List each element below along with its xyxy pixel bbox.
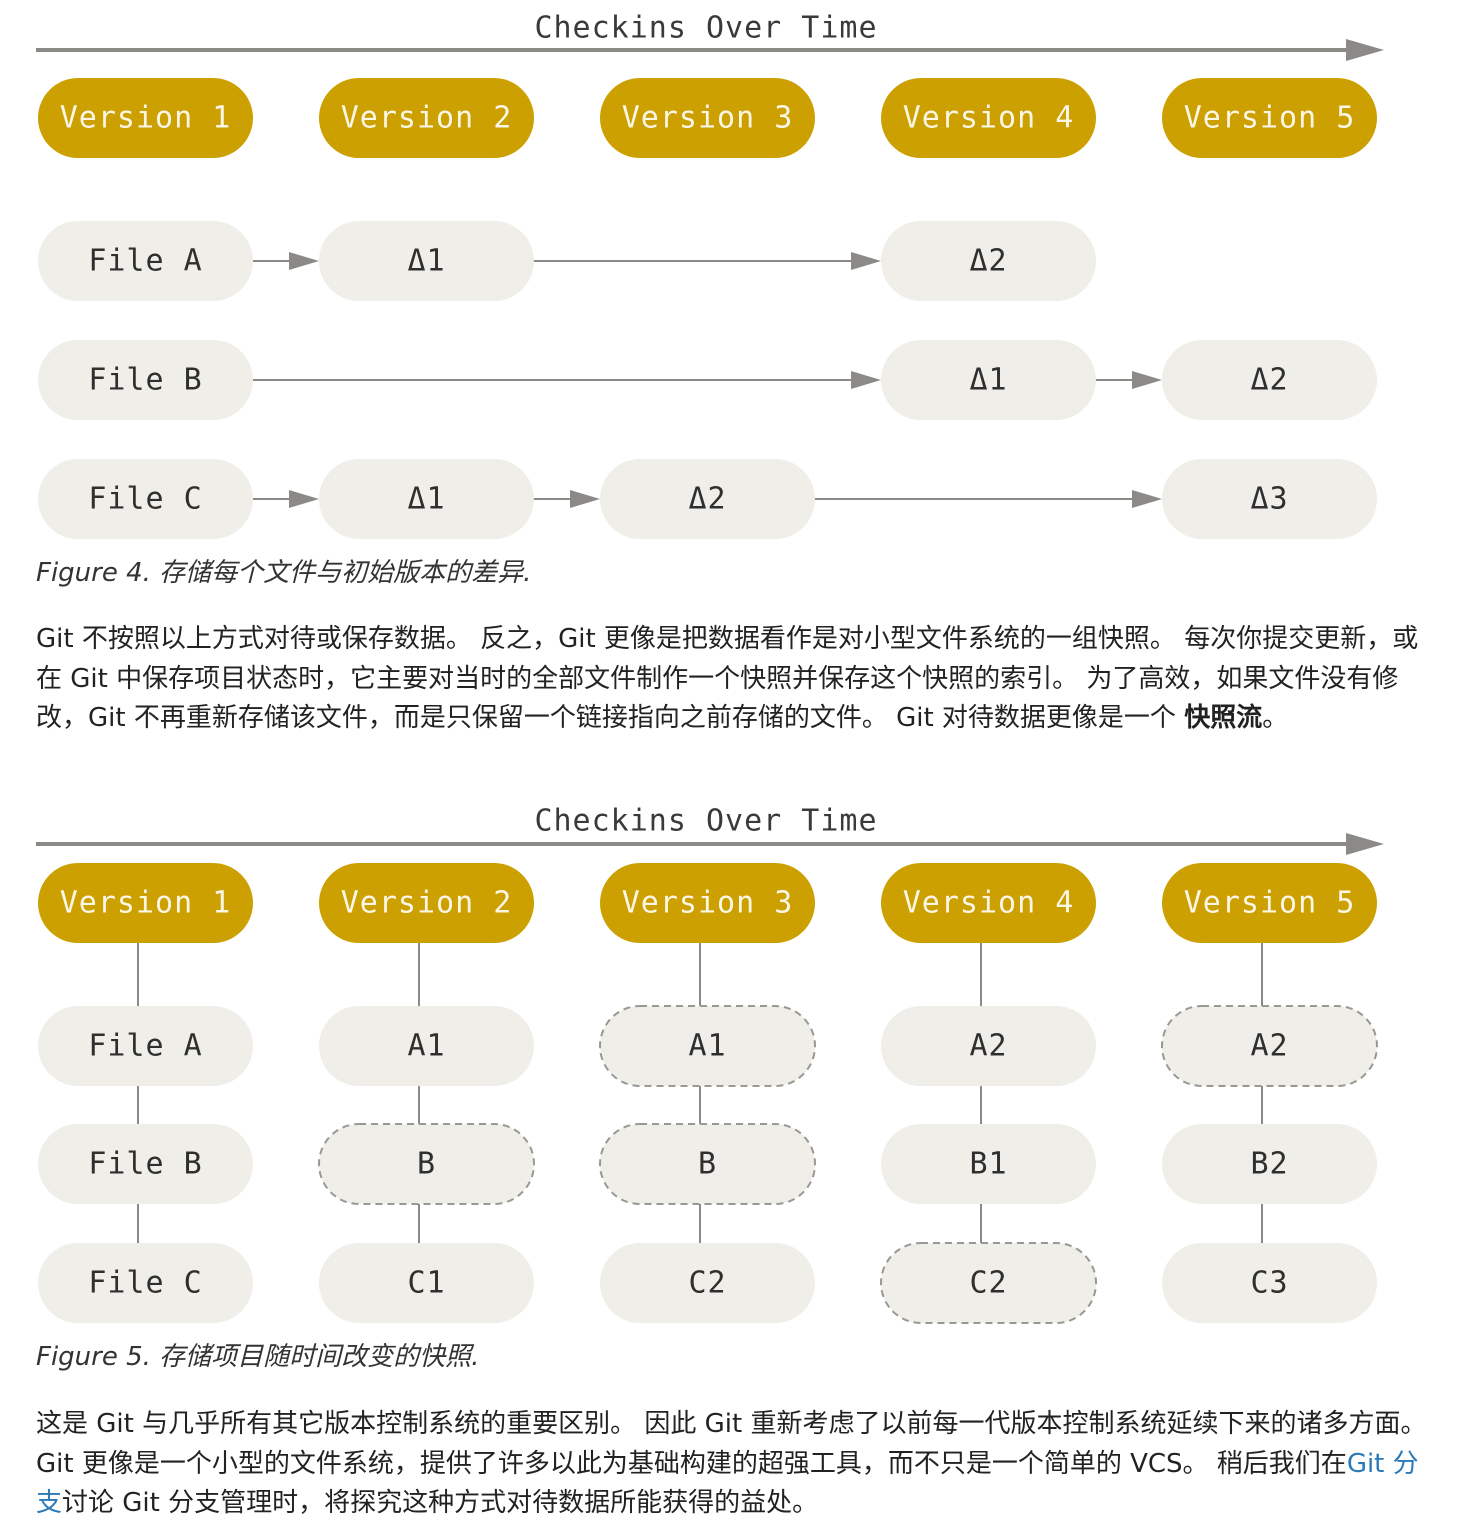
version-label: Version 5	[1184, 886, 1356, 921]
delta-label: Δ1	[407, 482, 445, 517]
link-label: A1	[688, 1029, 726, 1064]
delta-label: Δ1	[407, 244, 445, 279]
paragraph-1-bold: 快照流	[1184, 703, 1263, 733]
paragraph-1-end: 。	[1262, 703, 1289, 733]
delta-arrowhead	[289, 252, 319, 270]
timeline-arrowhead	[1346, 39, 1384, 61]
file-label: File C	[88, 1266, 202, 1301]
figure-5: Checkins Over Time Version 1 Version 2 Vers…	[0, 790, 1470, 1330]
delta-label: Δ2	[688, 482, 726, 517]
paragraph-1: Git 不按照以上方式对待或保存数据。 反之，Git 更像是把数据看作是对小型文…	[36, 620, 1436, 739]
paragraph-2-text-before: 这是 Git 与几乎所有其它版本控制系统的重要区别。 因此 Git 重新考虑了以…	[36, 1409, 1427, 1479]
version-label: Version 2	[341, 886, 513, 921]
timeline-title: Checkins Over Time	[534, 804, 877, 839]
snapshot-label: B1	[969, 1147, 1007, 1182]
figure-4-diagram: Checkins Over Time Version 1 Version 2 Vers…	[36, 11, 1384, 539]
figure-5-caption: Figure 5. 存储项目随时间改变的快照.	[36, 1342, 480, 1372]
link-label: B	[698, 1147, 717, 1182]
timeline-title: Checkins Over Time	[534, 11, 877, 46]
file-label: File A	[88, 1029, 202, 1064]
snapshot-label: C1	[407, 1266, 445, 1301]
figure-5-diagram: Checkins Over Time Version 1 Version 2 Vers…	[36, 804, 1384, 1324]
file-label: File C	[88, 482, 202, 517]
file-label: File A	[88, 244, 202, 279]
paragraph-2-text-after: 讨论 Git 分支管理时，将探究这种方式对待数据所能获得的益处。	[62, 1488, 819, 1518]
file-label: File B	[88, 1147, 202, 1182]
figure-4-caption: Figure 4. 存储每个文件与初始版本的差异.	[36, 558, 532, 588]
delta-arrowhead	[570, 490, 600, 508]
version-label: Version 1	[60, 886, 232, 921]
figure-4: Checkins Over Time Version 1 Version 2 Vers…	[0, 0, 1470, 545]
delta-arrowhead	[1132, 490, 1162, 508]
snapshot-label: A2	[969, 1029, 1007, 1064]
link-label: C2	[969, 1266, 1007, 1301]
delta-label: Δ2	[969, 244, 1007, 279]
file-label: File B	[88, 363, 202, 398]
delta-arrowhead	[851, 371, 881, 389]
paragraph-2: 这是 Git 与几乎所有其它版本控制系统的重要区别。 因此 Git 重新考虑了以…	[36, 1405, 1436, 1524]
link-label: A2	[1250, 1029, 1288, 1064]
link-label: B	[417, 1147, 436, 1182]
version-label: Version 4	[903, 886, 1075, 921]
delta-label: Δ2	[1250, 363, 1288, 398]
version-label: Version 5	[1184, 101, 1356, 136]
version-label: Version 3	[622, 101, 794, 136]
snapshot-label: C3	[1250, 1266, 1288, 1301]
delta-arrowhead	[289, 490, 319, 508]
snapshot-label: B2	[1250, 1147, 1288, 1182]
version-label: Version 3	[622, 886, 794, 921]
timeline-arrowhead	[1346, 833, 1384, 855]
snapshot-label: A1	[407, 1029, 445, 1064]
version-label: Version 2	[341, 101, 513, 136]
version-label: Version 4	[903, 101, 1075, 136]
version-label: Version 1	[60, 101, 232, 136]
snapshot-label: C2	[688, 1266, 726, 1301]
delta-arrowhead	[851, 252, 881, 270]
delta-label: Δ1	[969, 363, 1007, 398]
delta-arrowhead	[1132, 371, 1162, 389]
delta-label: Δ3	[1250, 482, 1288, 517]
